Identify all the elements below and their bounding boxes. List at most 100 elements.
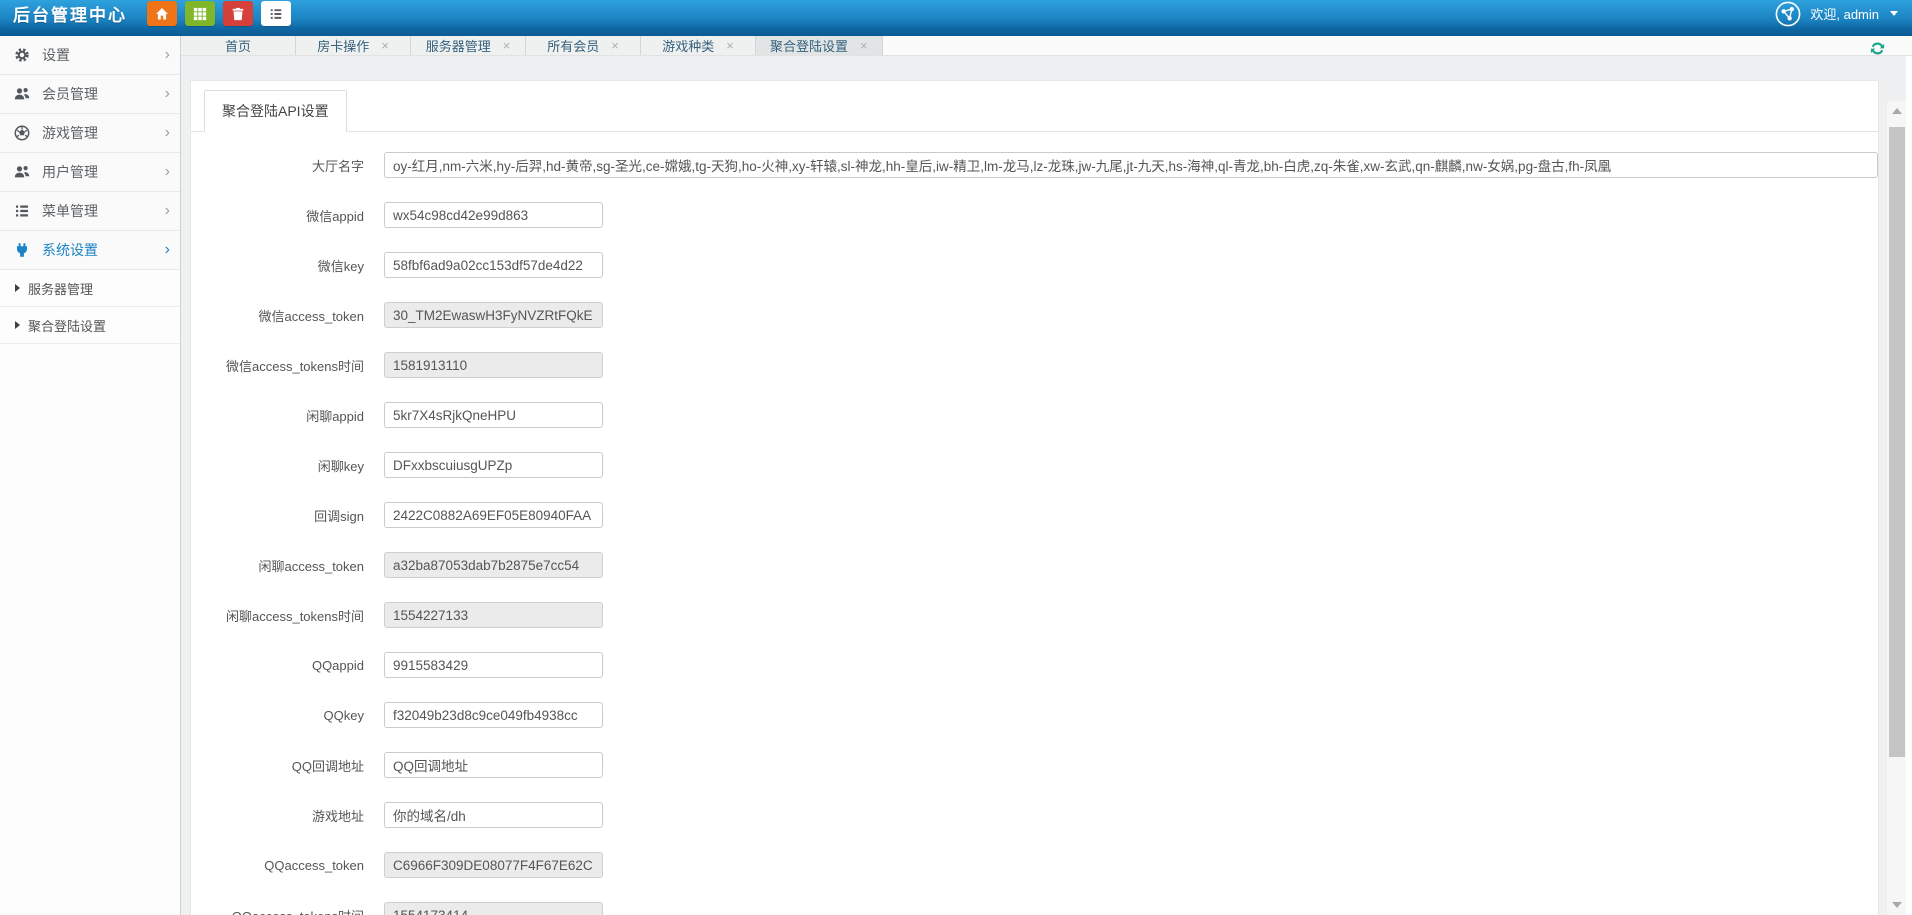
field-input[interactable] bbox=[384, 902, 603, 915]
field-label: 微信access_tokens时间 bbox=[204, 356, 364, 375]
chevron-right-icon: › bbox=[165, 242, 170, 258]
ball-icon bbox=[14, 125, 32, 141]
tab[interactable]: 房卡操作 × bbox=[296, 36, 411, 55]
chevron-right-icon: › bbox=[165, 203, 170, 219]
field-label: 回调sign bbox=[204, 506, 364, 525]
gears-icon bbox=[14, 47, 32, 63]
close-icon[interactable]: × bbox=[860, 39, 868, 52]
form-row: 闲聊access_tokens时间 bbox=[204, 602, 1878, 628]
sidebar-subitems: 服务器管理 聚合登陆设置 bbox=[0, 270, 180, 344]
tab-label: 房卡操作 bbox=[317, 36, 369, 55]
app-title: 后台管理中心 bbox=[13, 1, 127, 26]
field-label: 大厅名字 bbox=[204, 156, 364, 175]
scrollbar-thumb[interactable] bbox=[1889, 127, 1905, 757]
sidebar-item-label: 系统设置 bbox=[42, 240, 165, 260]
sidebar-subitem-label: 聚合登陆设置 bbox=[28, 316, 106, 335]
field-label: 微信access_token bbox=[204, 306, 364, 325]
scroll-up-button[interactable] bbox=[1887, 101, 1906, 121]
header-nav-button[interactable] bbox=[223, 1, 253, 26]
field-input[interactable] bbox=[384, 452, 603, 478]
tab-label: 首页 bbox=[225, 36, 251, 55]
field-label: 闲聊access_token bbox=[204, 556, 364, 575]
field-input[interactable] bbox=[384, 402, 603, 428]
field-label: QQaccess_tokens时间 bbox=[204, 906, 364, 915]
close-icon[interactable]: × bbox=[381, 39, 389, 52]
field-label: 微信key bbox=[204, 256, 364, 275]
field-input[interactable] bbox=[384, 652, 603, 678]
sidebar-item-label: 会员管理 bbox=[42, 84, 165, 104]
field-input[interactable] bbox=[384, 602, 603, 628]
field-input[interactable] bbox=[384, 552, 603, 578]
content-panel: 聚合登陆API设置 大厅名字 微信appid 微信key 微信access_to… bbox=[190, 80, 1879, 915]
field-input[interactable] bbox=[384, 702, 603, 728]
grid-icon bbox=[193, 7, 207, 21]
close-icon[interactable]: × bbox=[726, 39, 734, 52]
form-row: QQaccess_token bbox=[204, 852, 1878, 878]
tab[interactable]: 所有会员 × bbox=[526, 36, 641, 55]
tab-label: 游戏种类 bbox=[662, 36, 714, 55]
tab[interactable]: 游戏种类 × bbox=[641, 36, 756, 55]
tab-label: 所有会员 bbox=[547, 36, 599, 55]
field-input[interactable] bbox=[384, 502, 603, 528]
tab-strip: 首页 房卡操作 × 服务器管理 × 所有会员 × 游戏种类 × 聚合登陆设置 × bbox=[181, 36, 1912, 56]
vertical-scrollbar[interactable] bbox=[1886, 101, 1906, 915]
sidebar-item-label: 设置 bbox=[42, 45, 165, 65]
caret-down-icon bbox=[1890, 11, 1898, 16]
sidebar-subitem-label: 服务器管理 bbox=[28, 279, 93, 298]
field-label: QQappid bbox=[204, 658, 364, 673]
field-input[interactable] bbox=[384, 802, 603, 828]
field-input[interactable] bbox=[384, 852, 603, 878]
tab-api-settings[interactable]: 聚合登陆API设置 bbox=[204, 90, 347, 132]
arrow-up-icon bbox=[1892, 108, 1902, 114]
tab[interactable]: 首页 bbox=[181, 36, 296, 55]
field-input[interactable] bbox=[384, 352, 603, 378]
header-nav-button[interactable] bbox=[147, 1, 177, 26]
tab-label: 服务器管理 bbox=[426, 36, 491, 55]
sidebar-item-gears[interactable]: 设置 › bbox=[0, 36, 180, 75]
field-label: 闲聊access_tokens时间 bbox=[204, 606, 364, 625]
refresh-button[interactable] bbox=[1869, 40, 1889, 60]
header-nav-button[interactable] bbox=[185, 1, 215, 26]
sidebar-item-members[interactable]: 会员管理 › bbox=[0, 75, 180, 114]
field-label: 闲聊appid bbox=[204, 406, 364, 425]
form-row: 回调sign bbox=[204, 502, 1878, 528]
tab[interactable]: 服务器管理 × bbox=[411, 36, 526, 55]
chevron-right-icon: › bbox=[165, 164, 170, 180]
field-input[interactable] bbox=[384, 302, 603, 328]
field-input[interactable] bbox=[384, 202, 603, 228]
tab[interactable]: 聚合登陆设置 × bbox=[756, 36, 883, 55]
user-menu[interactable]: 欢迎, admin bbox=[1775, 1, 1898, 27]
header-nav-button[interactable] bbox=[261, 1, 291, 26]
sidebar-item-label: 游戏管理 bbox=[42, 123, 165, 143]
sidebar-subitem[interactable]: 服务器管理 bbox=[0, 270, 180, 307]
close-icon[interactable]: × bbox=[503, 39, 511, 52]
field-label: 闲聊key bbox=[204, 456, 364, 475]
form-row: QQkey bbox=[204, 702, 1878, 728]
sidebar: 设置 › 会员管理 › 游戏管理 › 用户管理 › 菜单管理 › 系统设置 › … bbox=[0, 36, 181, 915]
sidebar-item-menu[interactable]: 菜单管理 › bbox=[0, 192, 180, 231]
sidebar-item-users[interactable]: 用户管理 › bbox=[0, 153, 180, 192]
field-input[interactable] bbox=[384, 252, 603, 278]
main-layout: 设置 › 会员管理 › 游戏管理 › 用户管理 › 菜单管理 › 系统设置 › … bbox=[0, 36, 1912, 915]
chevron-right-icon: › bbox=[165, 125, 170, 141]
network-icon bbox=[1775, 1, 1801, 27]
close-icon[interactable]: × bbox=[611, 39, 619, 52]
sidebar-subitem[interactable]: 聚合登陆设置 bbox=[0, 307, 180, 344]
form-row: 微信key bbox=[204, 252, 1878, 278]
form-row: 微信access_token bbox=[204, 302, 1878, 328]
refresh-icon bbox=[1869, 40, 1889, 57]
form-row: 游戏地址 bbox=[204, 802, 1878, 828]
sidebar-item-label: 菜单管理 bbox=[42, 201, 165, 221]
sidebar-item-label: 用户管理 bbox=[42, 162, 165, 182]
list-icon bbox=[269, 7, 283, 21]
home-icon bbox=[155, 7, 169, 21]
field-input[interactable] bbox=[384, 752, 603, 778]
field-input[interactable] bbox=[384, 152, 1878, 178]
users-icon bbox=[14, 164, 32, 180]
chevron-right-icon: › bbox=[165, 47, 170, 63]
panel-tabs-head: 聚合登陆API设置 bbox=[191, 90, 1878, 132]
form-row: 闲聊appid bbox=[204, 402, 1878, 428]
form-row: 大厅名字 bbox=[204, 152, 1878, 178]
sidebar-item-ball[interactable]: 游戏管理 › bbox=[0, 114, 180, 153]
sidebar-item-plug[interactable]: 系统设置 › bbox=[0, 231, 180, 270]
